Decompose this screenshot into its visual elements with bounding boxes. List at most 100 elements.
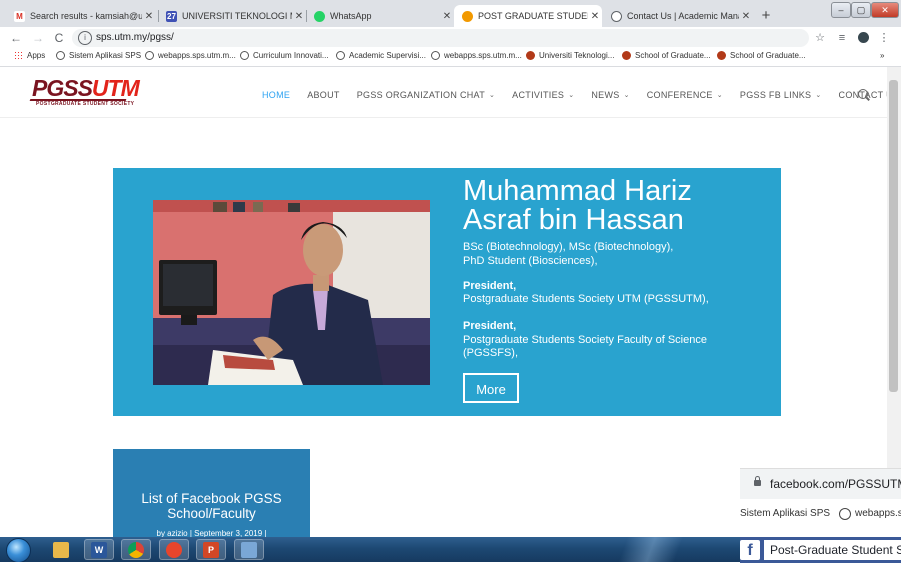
- windows-taskbar: W P: [0, 537, 740, 562]
- profile-icon[interactable]: [855, 30, 871, 46]
- info-icon[interactable]: i: [78, 31, 92, 45]
- tab-title: WhatsApp: [330, 11, 372, 21]
- tab-strip: M Search results - kamsiah@utmm ✕ 27 UNI…: [0, 0, 901, 27]
- chrome-icon: [128, 541, 144, 558]
- nav-label: ACTIVITIES: [512, 90, 565, 100]
- menu-icon[interactable]: ⋮: [876, 30, 892, 46]
- minimize-button[interactable]: –: [831, 2, 851, 18]
- header-divider: [0, 117, 887, 118]
- bookmarks-bar: Apps Sistem Aplikasi SPS webapps.sps.utm…: [0, 49, 901, 67]
- extension-icon[interactable]: ≡: [834, 30, 850, 46]
- nav-label: PGSS ORGANIZATION CHAT: [356, 90, 485, 100]
- taskbar-explorer[interactable]: [46, 539, 76, 560]
- tab-gmail[interactable]: M Search results - kamsiah@utmm ✕: [6, 5, 156, 27]
- utm-icon: [622, 51, 631, 60]
- scrollbar-thumb[interactable]: [889, 80, 898, 392]
- nav-organization-chat[interactable]: PGSS ORGANIZATION CHAT ⌄: [357, 90, 495, 100]
- utm-portal-icon: 27: [166, 10, 177, 22]
- bookmark-item[interactable]: webapps.s: [855, 508, 901, 519]
- bookmark-item[interactable]: School of Graduate...: [622, 51, 711, 60]
- facebook-icon[interactable]: f: [740, 540, 760, 560]
- search-icon[interactable]: [858, 89, 868, 99]
- bookmark-item[interactable]: Curriculum Innovati...: [240, 51, 329, 60]
- tab-title: Contact Us | Academic Managem: [627, 11, 739, 21]
- back-icon[interactable]: ←: [8, 30, 24, 46]
- more-button[interactable]: More: [463, 373, 519, 403]
- facebook-bookmarks-bar: Sistem Aplikasi SPS webapps.s: [740, 499, 901, 529]
- app-icon: [166, 541, 182, 558]
- url-text[interactable]: sps.utm.my/pgss/: [96, 32, 174, 43]
- nav-label: PGSS FB LINKS: [739, 90, 812, 100]
- nav-home[interactable]: HOME: [262, 90, 290, 100]
- close-icon[interactable]: ✕: [142, 11, 156, 22]
- tab-utm[interactable]: 27 UNIVERSITI TEKNOLOGI MALAYSI ✕: [158, 5, 306, 27]
- taskbar-powerpoint[interactable]: P: [196, 539, 226, 560]
- window-icon: [241, 541, 257, 558]
- chevron-down-icon: ⌄: [568, 92, 575, 99]
- start-button[interactable]: [6, 538, 31, 562]
- reload-icon[interactable]: C: [51, 30, 67, 46]
- browser-toolbar: ← → C i sps.utm.my/pgss/ ☆ ≡ ⋮: [0, 27, 901, 49]
- post-meta: by azizio | September 3, 2019 |: [156, 529, 267, 537]
- taskbar-window[interactable]: [234, 539, 264, 560]
- globe-icon: [240, 51, 249, 60]
- bookmark-item[interactable]: webapps.sps.utm.m...: [145, 51, 236, 60]
- globe-icon: [145, 51, 154, 60]
- facebook-window: facebook.com/PGSSUTM/ Sistem Aplikasi SP…: [740, 468, 901, 563]
- bookmark-label: Sistem Aplikasi SPS: [69, 51, 142, 60]
- facebook-address-bar[interactable]: facebook.com/PGSSUTM/: [740, 469, 901, 499]
- taskbar-chrome[interactable]: [121, 539, 151, 560]
- new-tab-button[interactable]: +: [757, 7, 775, 25]
- taskbar-word[interactable]: W: [84, 539, 114, 560]
- bookmark-apps[interactable]: Apps: [14, 51, 45, 60]
- role2-org: Postgraduate Students Society Faculty of…: [463, 334, 707, 359]
- facebook-header: f Post-Graduate Student S: [740, 537, 901, 563]
- tab-pgss[interactable]: POST GRADUATE STUDENT SOC ✕: [454, 5, 602, 27]
- star-icon[interactable]: ☆: [812, 30, 828, 46]
- role1-org: Postgraduate Students Society UTM (PGSSU…: [463, 293, 709, 305]
- address-bar[interactable]: i sps.utm.my/pgss/: [72, 29, 809, 47]
- maximize-button[interactable]: ▢: [851, 2, 871, 18]
- taskbar-app[interactable]: [159, 539, 189, 560]
- bookmark-label: Apps: [27, 51, 46, 60]
- gmail-icon: M: [14, 10, 25, 22]
- bookmark-item[interactable]: Academic Supervisi...: [336, 51, 426, 60]
- forward-icon[interactable]: →: [30, 30, 46, 46]
- nav-about[interactable]: ABOUT: [307, 90, 340, 100]
- nav-label: ABOUT: [307, 90, 340, 100]
- globe-icon: [431, 51, 440, 60]
- pgss-logo[interactable]: PGSSUTM POSTGRADUATE STUDENT SOCIETY: [28, 73, 140, 111]
- nav-label: NEWS: [591, 90, 620, 100]
- bookmark-item[interactable]: webapps.sps.utm.m...: [431, 51, 522, 60]
- bookmark-item[interactable]: School of Graduate...: [717, 51, 806, 60]
- tab-whatsapp[interactable]: WhatsApp ✕: [306, 5, 454, 27]
- powerpoint-icon: P: [203, 541, 219, 558]
- utm-icon: [526, 51, 535, 60]
- bookmark-item[interactable]: Sistem Aplikasi SPS: [740, 508, 830, 519]
- nav-conference[interactable]: CONFERENCE ⌄: [647, 90, 723, 100]
- nav-fb-links[interactable]: PGSS FB LINKS ⌄: [740, 90, 822, 100]
- main-nav: HOME ABOUT PGSS ORGANIZATION CHAT ⌄ ACTIV…: [262, 88, 887, 102]
- president-degrees: BSc (Biotechnology), MSc (Biotechnology)…: [463, 241, 674, 253]
- chevron-down-icon: ⌄: [815, 92, 822, 99]
- close-icon[interactable]: ✕: [588, 11, 602, 22]
- bookmark-item[interactable]: Sistem Aplikasi SPS: [56, 51, 141, 60]
- close-window-button[interactable]: ✕: [871, 2, 899, 18]
- bookmarks-overflow[interactable]: »: [880, 51, 884, 60]
- web-page: PGSSUTM POSTGRADUATE STUDENT SOCIETY HOM…: [0, 67, 887, 537]
- nav-news[interactable]: NEWS ⌄: [591, 90, 629, 100]
- globe-icon: [611, 10, 622, 22]
- nav-activities[interactable]: ACTIVITIES ⌄: [512, 90, 574, 100]
- president-photo: [153, 200, 430, 385]
- post-card[interactable]: List of Facebook PGSS School/Faculty by …: [113, 449, 310, 537]
- facebook-page-name[interactable]: Post-Graduate Student S: [764, 540, 901, 560]
- close-icon[interactable]: ✕: [739, 11, 753, 22]
- facebook-url[interactable]: facebook.com/PGSSUTM/: [770, 477, 901, 491]
- role2-title: President,: [463, 320, 517, 332]
- close-icon[interactable]: ✕: [292, 11, 306, 22]
- close-icon[interactable]: ✕: [440, 11, 454, 22]
- bookmark-item[interactable]: Universiti Teknologi...: [526, 51, 614, 60]
- logo-part1: PGSS: [32, 75, 93, 101]
- post-title[interactable]: List of Facebook PGSS School/Faculty: [123, 491, 300, 521]
- tab-contact[interactable]: Contact Us | Academic Managem ✕: [603, 5, 753, 27]
